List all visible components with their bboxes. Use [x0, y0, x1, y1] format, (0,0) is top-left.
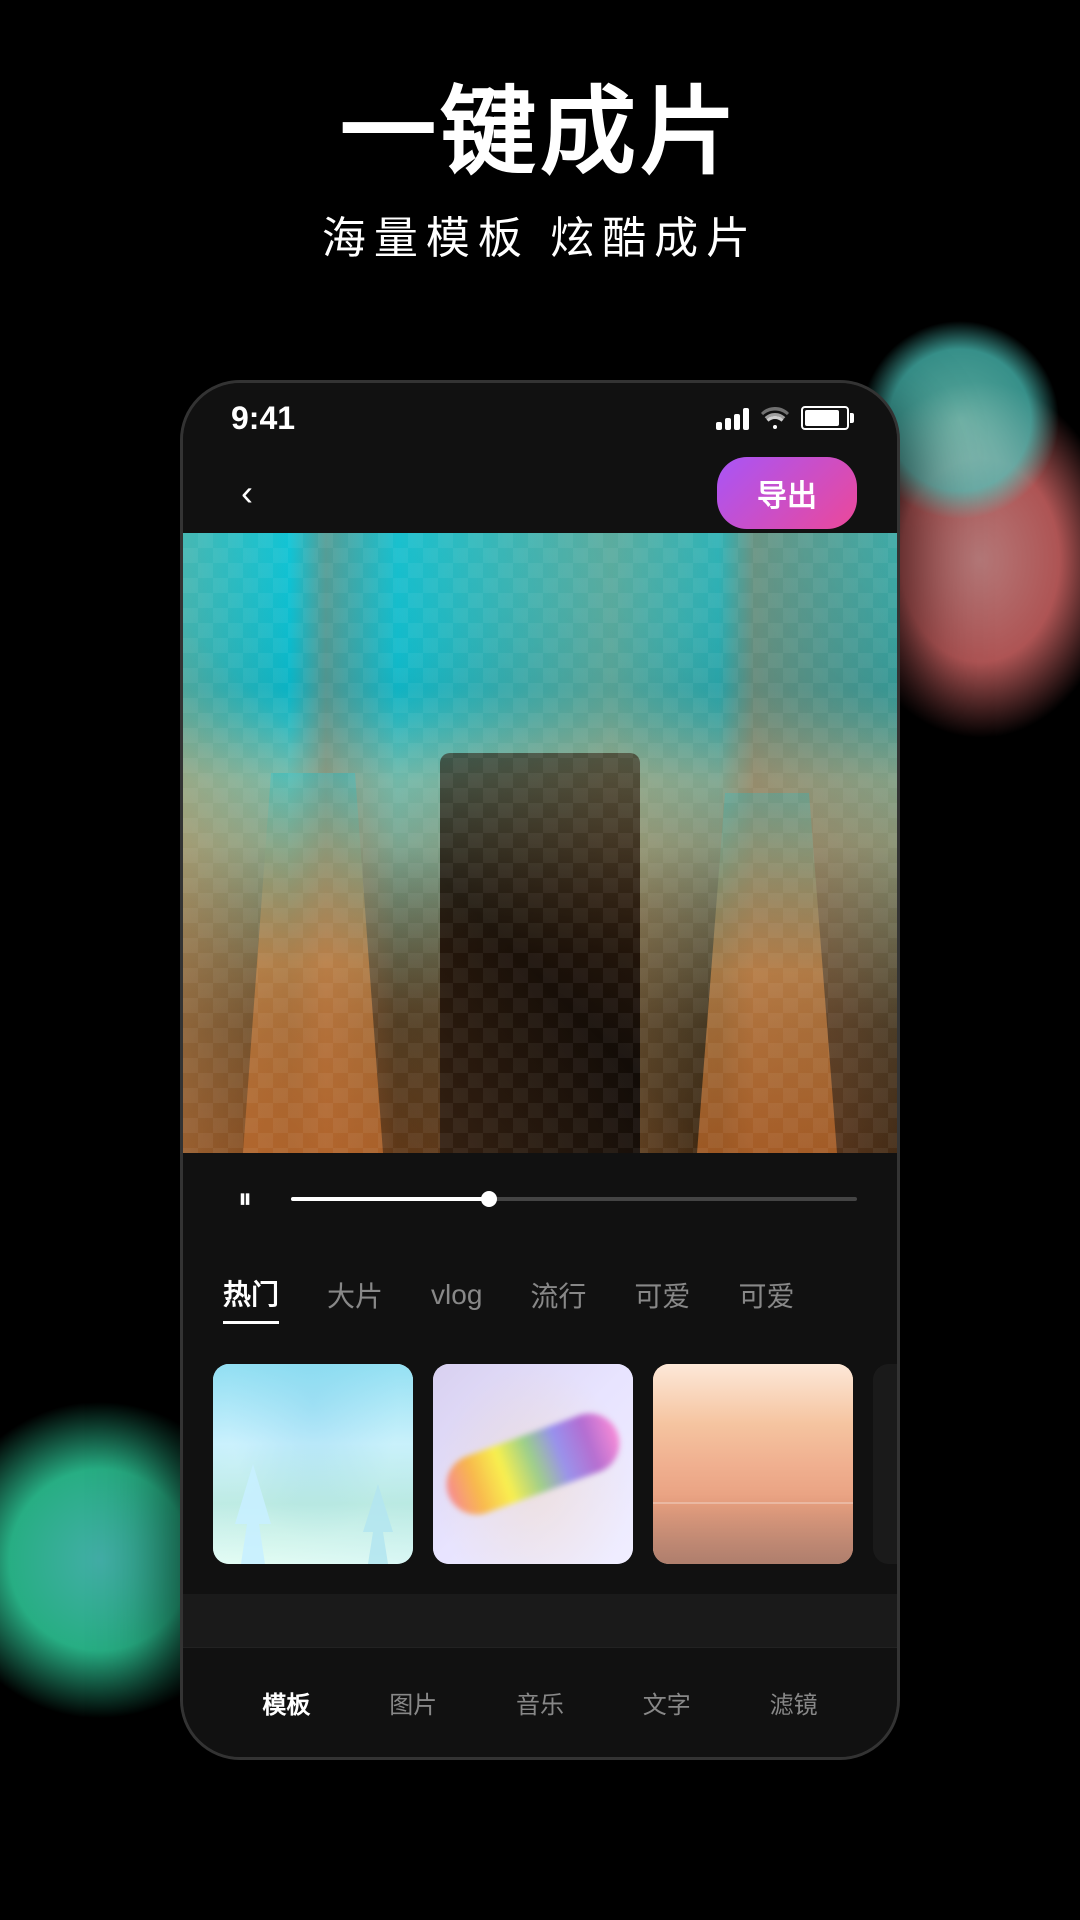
pixel-grid — [183, 533, 897, 1153]
tab-cute2[interactable]: 可爱 — [738, 1267, 794, 1323]
nav-bar: ‹ 导出 — [183, 453, 897, 533]
video-player[interactable] — [183, 533, 897, 1153]
nav-item-music[interactable]: 音乐 — [516, 1685, 564, 1720]
video-content — [183, 533, 897, 1153]
battery-fill — [805, 410, 839, 426]
nav-item-image[interactable]: 图片 — [389, 1685, 437, 1720]
concert-scene — [183, 533, 897, 1153]
template-card-1[interactable] — [213, 1364, 413, 1564]
nav-item-text[interactable]: 文字 — [643, 1685, 691, 1720]
nav-item-filter[interactable]: 滤镜 — [770, 1685, 818, 1720]
main-title: 一键成片 — [0, 80, 1080, 186]
template-card-4[interactable] — [873, 1364, 897, 1564]
template-card-2[interactable] — [433, 1364, 633, 1564]
signal-bar-1 — [716, 422, 722, 430]
battery-icon — [801, 406, 849, 430]
category-tabs: 热门 大片 vlog 流行 可爱 可爱 — [183, 1245, 897, 1344]
status-bar: 9:41 — [183, 383, 897, 453]
phone-mockup: 9:41 ‹ 导出 — [180, 380, 900, 1760]
bottom-navigation: 模板 图片 音乐 文字 滤镜 — [183, 1647, 897, 1757]
status-icons — [716, 406, 849, 430]
wifi-icon — [761, 407, 789, 429]
tab-film[interactable]: 大片 — [327, 1267, 383, 1323]
card-ground — [653, 1494, 853, 1564]
tab-hot[interactable]: 热门 — [223, 1265, 279, 1324]
back-button[interactable]: ‹ — [223, 469, 271, 517]
header-section: 一键成片 海量模板 炫酷成片 — [0, 80, 1080, 266]
nav-item-template[interactable]: 模板 — [262, 1685, 310, 1720]
nav-label-text: 文字 — [643, 1685, 691, 1720]
pause-button[interactable]: ⏸ — [223, 1177, 267, 1221]
template-card-3[interactable] — [653, 1364, 853, 1564]
playback-controls: ⏸ — [183, 1153, 897, 1245]
template-grid — [183, 1344, 897, 1594]
export-button[interactable]: 导出 — [717, 457, 857, 529]
sub-title: 海量模板 炫酷成片 — [0, 202, 1080, 266]
progress-thumb[interactable] — [481, 1191, 497, 1207]
signal-bar-2 — [725, 418, 731, 430]
status-time: 9:41 — [231, 400, 295, 437]
card-glow-2 — [433, 1364, 633, 1564]
nav-label-filter: 滤镜 — [770, 1685, 818, 1720]
tab-cute1[interactable]: 可爱 — [634, 1267, 690, 1323]
tab-vlog[interactable]: vlog — [431, 1271, 482, 1319]
signal-icon — [716, 406, 749, 430]
progress-fill — [291, 1197, 489, 1201]
card-bg-4 — [873, 1364, 897, 1564]
nav-label-music: 音乐 — [516, 1685, 564, 1720]
progress-bar[interactable] — [291, 1197, 857, 1201]
tab-trend[interactable]: 流行 — [530, 1267, 586, 1323]
signal-bar-4 — [743, 408, 749, 430]
signal-bar-3 — [734, 414, 740, 430]
nav-label-image: 图片 — [389, 1685, 437, 1720]
nav-label-template: 模板 — [262, 1685, 310, 1720]
